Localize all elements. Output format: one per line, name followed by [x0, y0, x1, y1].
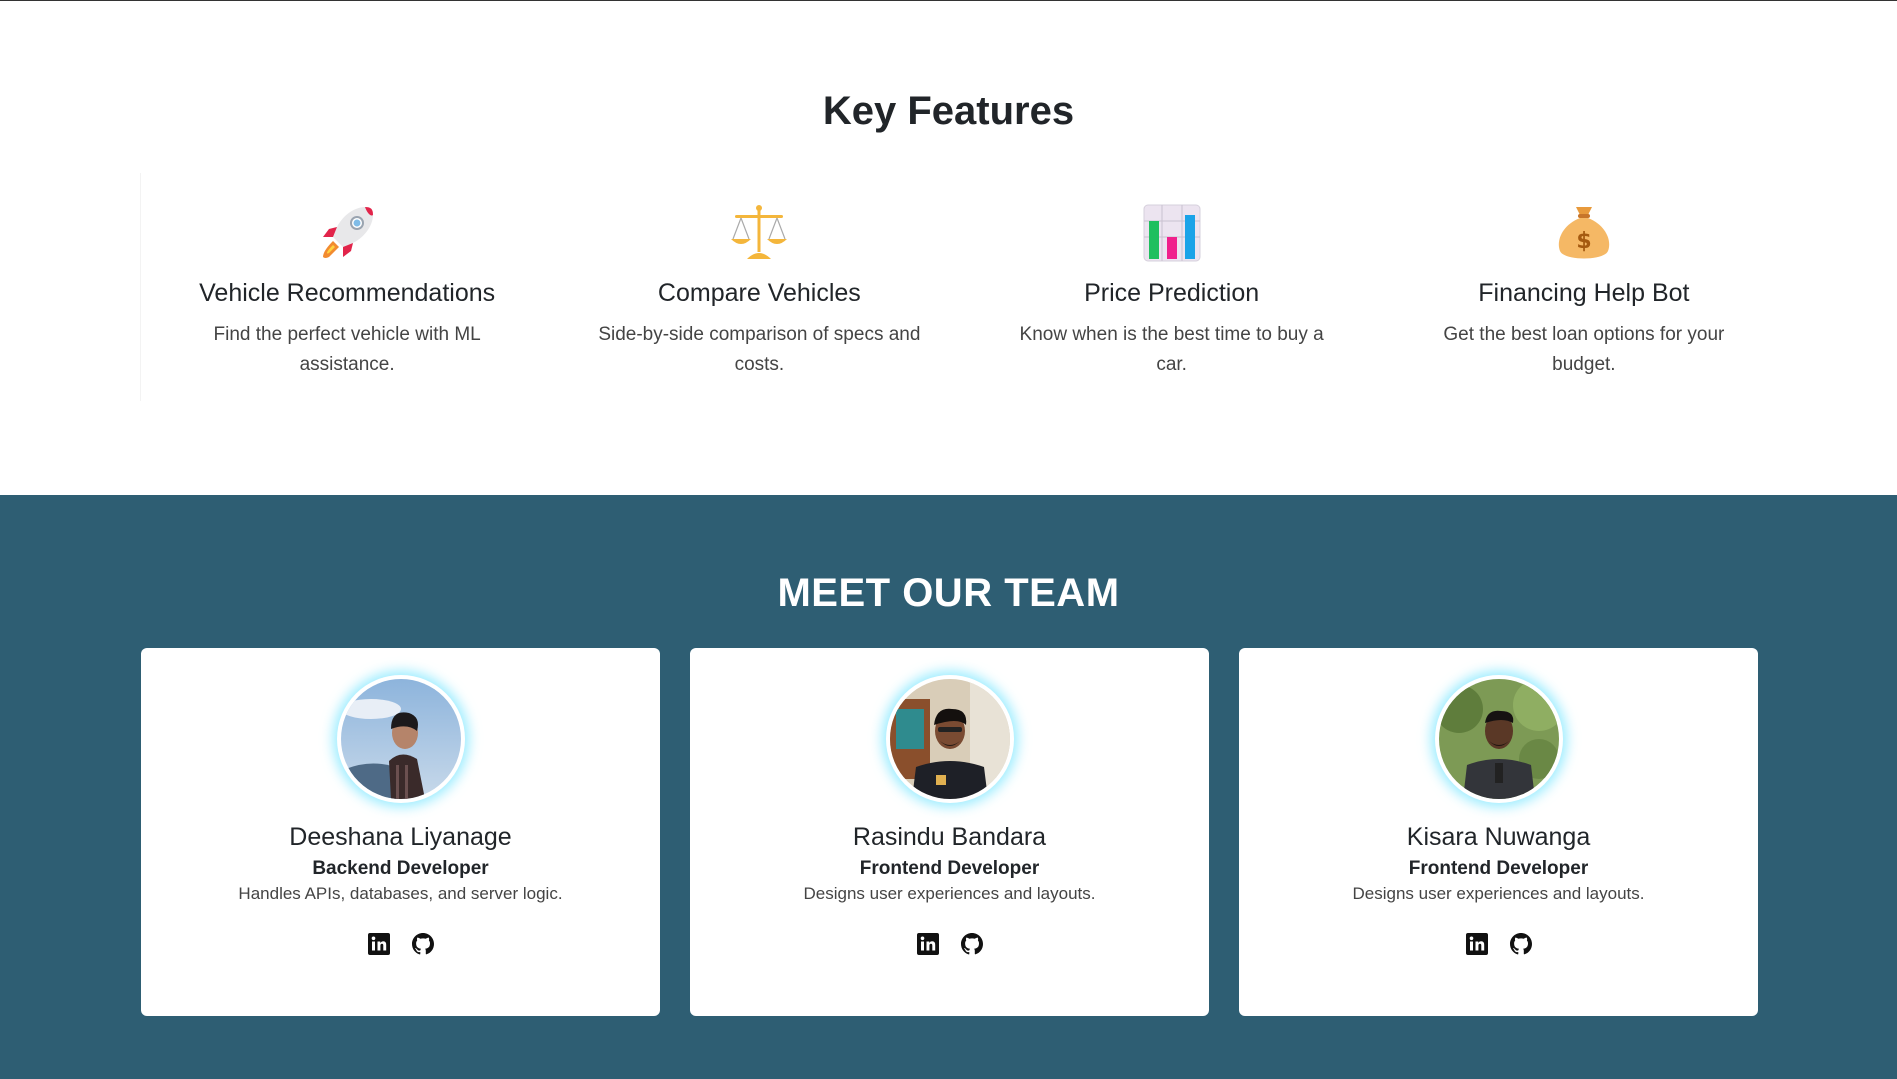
linkedin-icon[interactable]: [916, 932, 940, 956]
feature-title: Financing Help Bot: [1478, 279, 1690, 307]
team-section: MEET OUR TEAM Deeshana Liyanage Backend …: [0, 495, 1897, 1079]
github-icon[interactable]: [411, 932, 435, 956]
member-name: Kisara Nuwanga: [1406, 823, 1591, 851]
features-section: Key Features Vehicle Recommendations Fin…: [0, 1, 1897, 494]
rocket-icon: [323, 207, 374, 258]
linkedin-icon[interactable]: [367, 932, 391, 956]
team-title: MEET OUR TEAM: [777, 571, 1120, 615]
avatar-frame: [885, 675, 1014, 803]
member-description: Handles APIs, databases, and server logi…: [238, 884, 563, 903]
avatar-frame: [336, 675, 465, 803]
features-title: Key Features: [822, 89, 1075, 133]
social-links: [690, 932, 1209, 956]
bar-chart-icon: [1143, 204, 1201, 262]
member-description: Designs user experiences and layouts.: [1352, 884, 1645, 903]
feature-card: Price Prediction Know when is the best t…: [966, 173, 1378, 401]
features-grid: Vehicle Recommendations Find the perfect…: [140, 173, 1790, 401]
linkedin-icon[interactable]: [1465, 932, 1489, 956]
feature-description: Know when is the best time to buy a car.: [1019, 324, 1324, 375]
feature-title: Compare Vehicles: [657, 279, 861, 307]
balance-scale-icon: [731, 205, 788, 259]
feature-card: Compare Vehicles Side-by-side comparison…: [553, 173, 965, 401]
avatar: [340, 679, 461, 799]
member-role: Frontend Developer: [859, 858, 1040, 879]
money-bag-icon: $: [1558, 207, 1610, 259]
github-icon[interactable]: [1509, 932, 1533, 956]
svg-text:$: $: [1576, 229, 1591, 254]
avatar-frame: [1434, 675, 1563, 803]
feature-title: Price Prediction: [1084, 279, 1260, 307]
member-name: Deeshana Liyanage: [289, 823, 512, 851]
social-links: [141, 932, 660, 956]
team-member-card: Rasindu Bandara Frontend Developer Desig…: [690, 648, 1209, 1016]
github-icon[interactable]: [960, 932, 984, 956]
member-role: Backend Developer: [312, 858, 489, 879]
feature-description: Get the best loan options for your budge…: [1443, 324, 1725, 375]
team-member-card: Kisara Nuwanga Frontend Developer Design…: [1239, 648, 1758, 1016]
feature-card: $ Financing Help Bot Get the best loan o…: [1378, 173, 1790, 401]
member-role: Frontend Developer: [1408, 858, 1589, 879]
member-name: Rasindu Bandara: [852, 823, 1047, 851]
feature-description: Side-by-side comparison of specs and cos…: [598, 324, 921, 375]
avatar: [889, 679, 1010, 799]
feature-title: Vehicle Recommendations: [199, 279, 496, 307]
member-description: Designs user experiences and layouts.: [803, 884, 1096, 903]
feature-description: Find the perfect vehicle with ML assista…: [213, 324, 481, 375]
team-grid: Deeshana Liyanage Backend Developer Hand…: [141, 648, 1758, 1016]
avatar: [1438, 679, 1559, 799]
social-links: [1239, 932, 1758, 956]
feature-card: Vehicle Recommendations Find the perfect…: [141, 173, 553, 401]
team-member-card: Deeshana Liyanage Backend Developer Hand…: [141, 648, 660, 1016]
